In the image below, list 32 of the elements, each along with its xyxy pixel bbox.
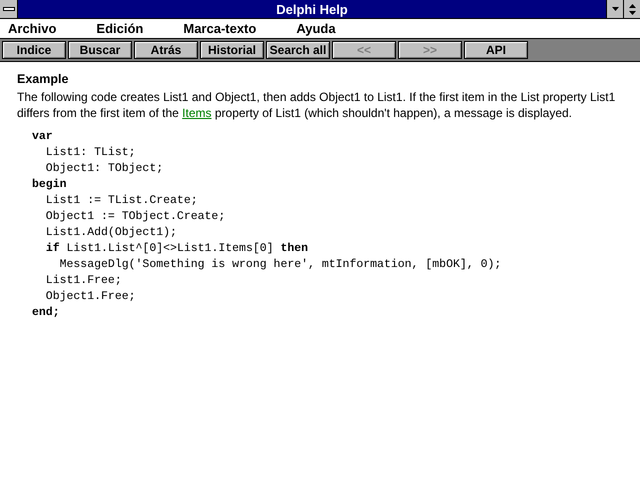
- code-line: Object1 := TObject.Create;: [44, 209, 226, 225]
- window-title: Delphi Help: [275, 2, 349, 16]
- code-line: List1 := TList.Create;: [44, 193, 199, 209]
- menu-item[interactable]: Marca-texto: [183, 21, 282, 36]
- restore-icon: [628, 4, 636, 14]
- restore-button[interactable]: [623, 0, 640, 18]
- system-menu-icon: [2, 7, 14, 11]
- code-line: end;: [32, 305, 61, 321]
- menu-item[interactable]: Edición: [96, 21, 170, 36]
- code-line: if List1.List^[0]<>List1.Items[0] then: [44, 241, 310, 257]
- menu-item[interactable]: Ayuda: [296, 21, 362, 36]
- code-line: Object1: TObject;: [44, 161, 164, 177]
- code-line: Object1.Free;: [44, 289, 137, 305]
- toolbar-button[interactable]: Indice: [2, 41, 66, 59]
- items-link[interactable]: Items: [182, 106, 212, 120]
- toolbar-button[interactable]: Historial: [200, 41, 264, 59]
- menu-item[interactable]: Archivo: [8, 21, 82, 36]
- code-line: MessageDlg('Something is wrong here', mtInformation, [mbOK], 0);: [58, 257, 502, 273]
- toolbar-button[interactable]: Search all: [266, 41, 330, 59]
- code-line: List1.Free;: [44, 273, 123, 289]
- minimize-button[interactable]: [606, 0, 623, 18]
- toolbar-button[interactable]: Buscar: [68, 41, 132, 59]
- code-line: List1.Add(Object1);: [44, 225, 178, 241]
- system-menu-button[interactable]: [0, 0, 18, 18]
- code-line: begin: [32, 177, 68, 193]
- code-line: List1: TList;: [44, 145, 137, 161]
- minimize-icon: [612, 7, 618, 11]
- topic-heading: Example: [17, 72, 70, 86]
- toolbar-button[interactable]: Atrás: [134, 41, 198, 59]
- toolbar-button[interactable]: API: [464, 41, 528, 59]
- topic-paragraph: The following code creates List1 and Object1, then adds Object1 to List1. If the first item in the List property List1 differs from the first item of the Items property of List1 (which shouldn't happen), a message is displayed.: [17, 89, 616, 121]
- code-line: var: [32, 129, 54, 145]
